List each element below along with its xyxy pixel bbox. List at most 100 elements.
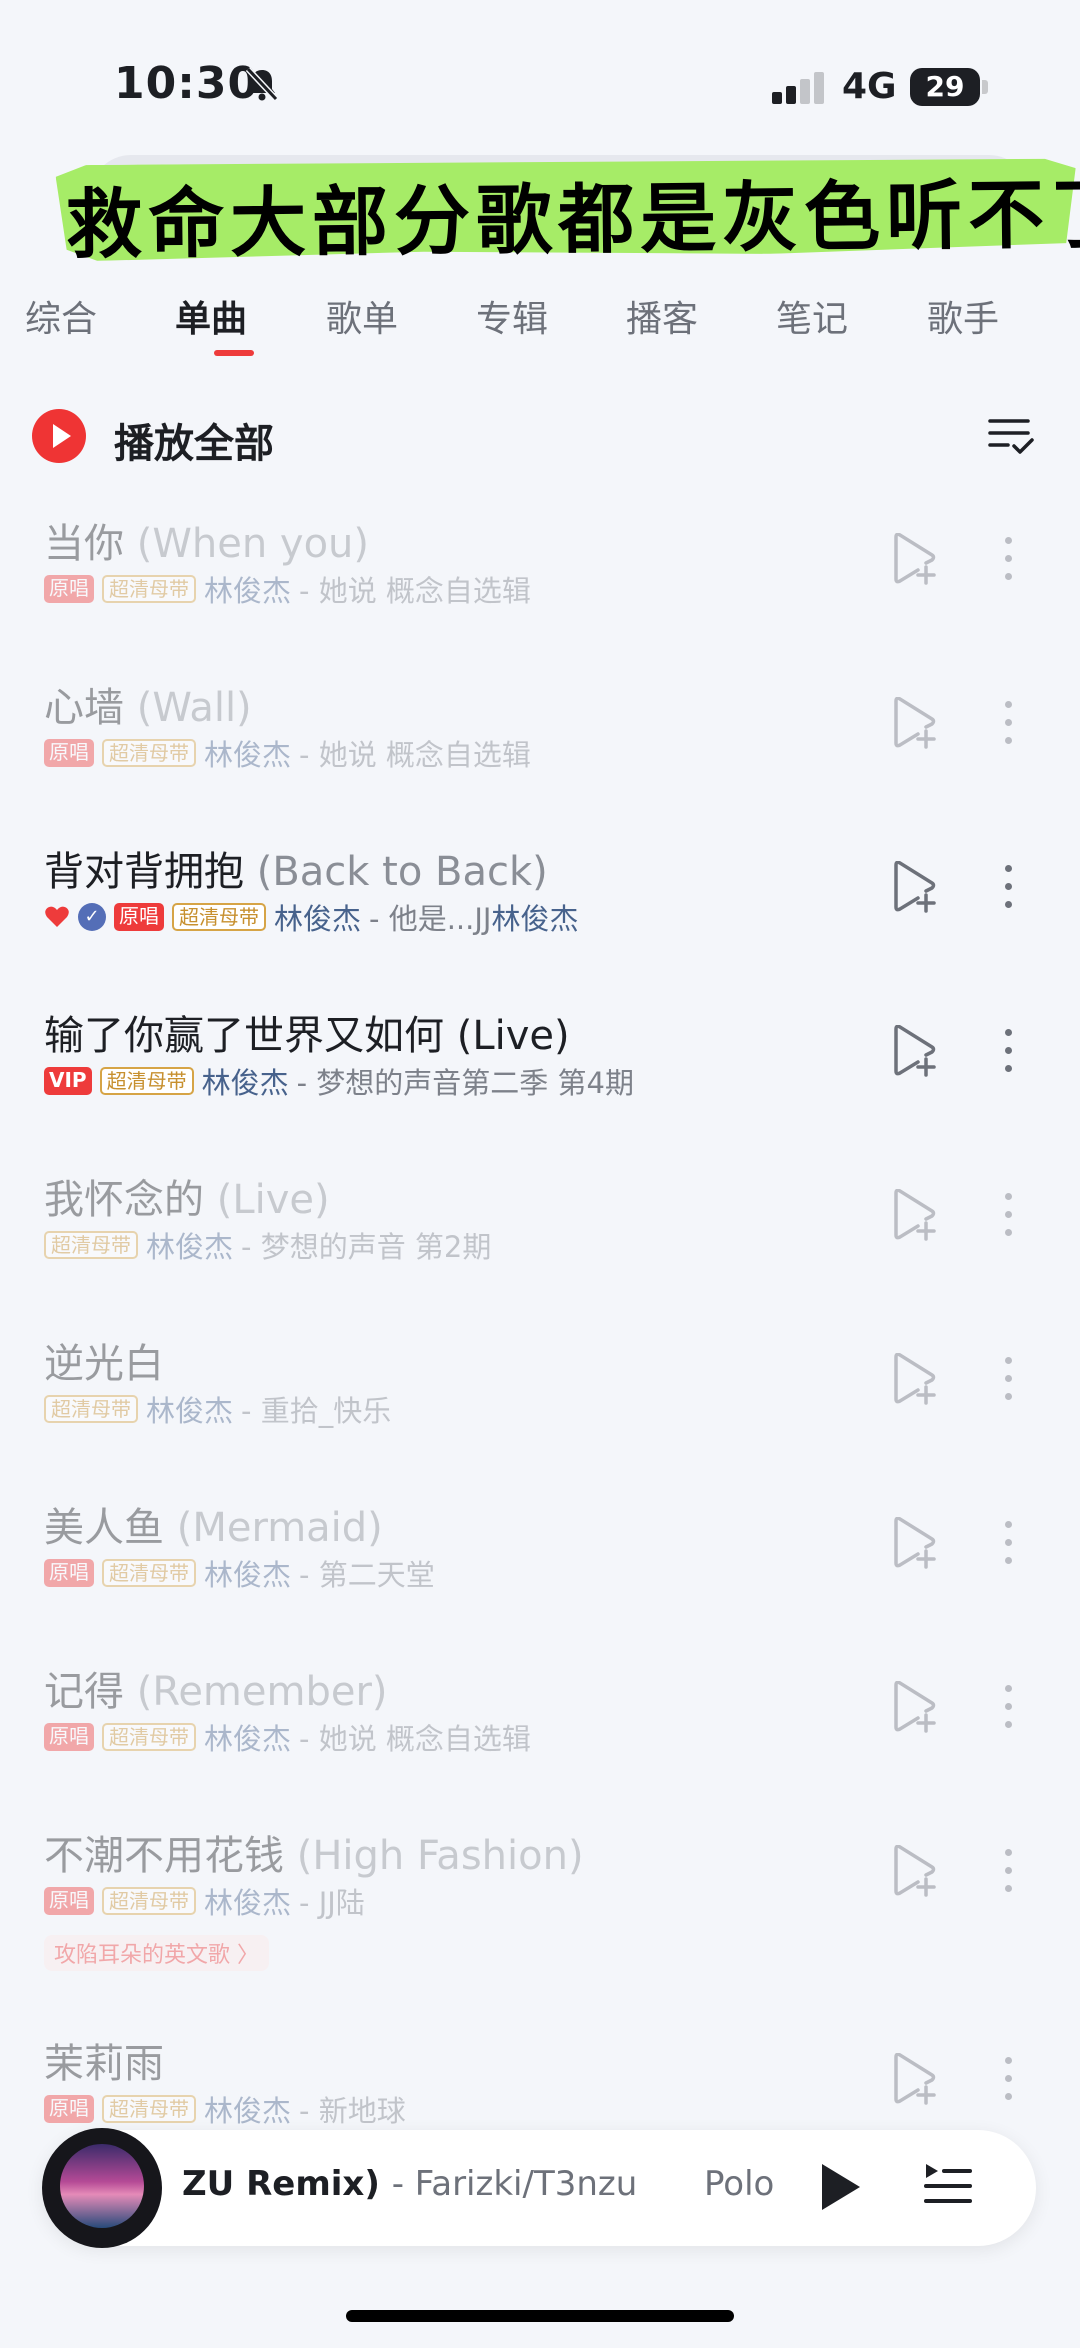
- more-options-icon[interactable]: [1000, 1193, 1016, 1243]
- album-disc[interactable]: [42, 2128, 162, 2248]
- vip-tag: VIP: [44, 1067, 92, 1095]
- tab-playlists[interactable]: 歌单: [326, 290, 398, 342]
- tab-songs[interactable]: 单曲: [175, 290, 247, 342]
- song-artist[interactable]: 林俊杰: [204, 1880, 291, 1922]
- song-artist[interactable]: 林俊杰: [274, 896, 361, 938]
- hq-tag: 超清母带: [102, 2095, 196, 2123]
- signal-icon: [772, 72, 824, 104]
- liked-heart-icon[interactable]: [44, 905, 70, 929]
- multi-select-icon[interactable]: [988, 413, 1034, 459]
- song-title-zh: 输了你赢了世界又如何: [44, 1013, 444, 1059]
- song-artist[interactable]: 林俊杰: [146, 1388, 233, 1430]
- song-list: 当你 (When you) 原唱 超清母带 林俊杰 - 她说 概念自选辑 心墙 …: [0, 505, 1080, 2189]
- play-next-icon[interactable]: [888, 2053, 938, 2105]
- more-options-icon[interactable]: [1000, 865, 1016, 915]
- song-row[interactable]: 当你 (When you) 原唱 超清母带 林俊杰 - 她说 概念自选辑: [0, 505, 1080, 669]
- song-row[interactable]: 输了你赢了世界又如何 (Live) VIP 超清母带 林俊杰 - 梦想的声音第二…: [0, 997, 1080, 1161]
- song-title: 茉莉雨: [44, 2031, 164, 2089]
- song-meta: 原唱 超清母带 林俊杰 - JJ陆: [44, 1880, 365, 1922]
- playlist-chip[interactable]: 攻陷耳朵的英文歌 〉: [44, 1935, 269, 1971]
- song-album: - 重拾_快乐: [241, 1394, 392, 1428]
- song-title-en: (Live): [216, 1177, 330, 1223]
- song-album: - 梦想的声音 第2期: [241, 1230, 492, 1264]
- song-artist[interactable]: 林俊杰: [204, 568, 291, 610]
- active-tab-indicator: [214, 350, 254, 356]
- song-row[interactable]: 心墙 (Wall) 原唱 超清母带 林俊杰 - 她说 概念自选辑: [0, 669, 1080, 833]
- song-artist[interactable]: 林俊杰: [146, 1224, 233, 1266]
- song-title-zh: 不潮不用花钱: [44, 1833, 284, 1879]
- more-options-icon[interactable]: [1000, 1029, 1016, 1079]
- hq-tag: 超清母带: [44, 1395, 138, 1423]
- song-title-en: (Live): [456, 1013, 570, 1059]
- song-row[interactable]: 不潮不用花钱 (High Fashion) 原唱 超清母带 林俊杰 - JJ陆 …: [0, 1817, 1080, 2025]
- song-title-zh: 逆光白: [44, 1341, 164, 1387]
- more-options-icon[interactable]: [1000, 701, 1016, 751]
- hq-tag: 超清母带: [102, 1723, 196, 1751]
- song-title: 逆光白: [44, 1331, 164, 1389]
- song-title-en: (Wall): [136, 685, 252, 731]
- play-all-row[interactable]: 播放全部: [30, 405, 1050, 467]
- original-tag: 原唱: [44, 1559, 94, 1587]
- song-album-artist[interactable]: 林俊杰: [491, 902, 578, 936]
- album-cover: [60, 2144, 144, 2228]
- play-next-icon[interactable]: [888, 1353, 938, 1405]
- song-album: - 她说 概念自选辑: [299, 574, 531, 608]
- queue-icon[interactable]: [922, 2160, 974, 2212]
- song-artist[interactable]: 林俊杰: [204, 732, 291, 774]
- play-next-icon[interactable]: [888, 533, 938, 585]
- tab-all[interactable]: 综合: [25, 290, 97, 342]
- song-meta: 原唱 超清母带 林俊杰 - 她说 概念自选辑: [44, 732, 531, 774]
- song-row[interactable]: 逆光白 超清母带 林俊杰 - 重拾_快乐: [0, 1325, 1080, 1489]
- home-indicator[interactable]: [346, 2310, 734, 2322]
- verified-check-icon: ✓: [78, 903, 106, 931]
- hq-tag: 超清母带: [172, 903, 266, 931]
- song-album: - 她说 概念自选辑: [299, 1722, 531, 1756]
- song-artist[interactable]: 林俊杰: [202, 1060, 289, 1102]
- bell-muted-icon: [245, 66, 279, 102]
- play-next-icon[interactable]: [888, 1681, 938, 1733]
- song-meta: 超清母带 林俊杰 - 重拾_快乐: [44, 1388, 392, 1430]
- song-title-zh: 当你: [44, 521, 124, 567]
- song-artist[interactable]: 林俊杰: [204, 2088, 291, 2130]
- play-next-icon[interactable]: [888, 1517, 938, 1569]
- now-playing-title: ZU Remix): [182, 2164, 380, 2204]
- next-song-title: Polo: [704, 2164, 775, 2204]
- song-title-en: (Remember): [136, 1669, 388, 1715]
- song-row[interactable]: 背对背拥抱 (Back to Back) ✓ 原唱 超清母带 林俊杰 - 他是.…: [0, 833, 1080, 997]
- more-options-icon[interactable]: [1000, 1357, 1016, 1407]
- more-options-icon[interactable]: [1000, 1521, 1016, 1571]
- mini-player[interactable]: ZU Remix) - Farizki/T3nzu Polo: [42, 2128, 1036, 2248]
- more-options-icon[interactable]: [1000, 1685, 1016, 1735]
- tab-notes[interactable]: 笔记: [776, 290, 848, 342]
- song-title: 心墙 (Wall): [44, 675, 252, 733]
- tab-artists[interactable]: 歌手: [927, 290, 999, 342]
- song-title-zh: 背对背拥抱: [44, 849, 244, 895]
- song-row[interactable]: 我怀念的 (Live) 超清母带 林俊杰 - 梦想的声音 第2期: [0, 1161, 1080, 1325]
- play-next-icon[interactable]: [888, 1025, 938, 1077]
- more-options-icon[interactable]: [1000, 2057, 1016, 2107]
- song-meta: 原唱 超清母带 林俊杰 - 第二天堂: [44, 1552, 435, 1594]
- play-next-icon[interactable]: [888, 697, 938, 749]
- song-row[interactable]: 记得 (Remember) 原唱 超清母带 林俊杰 - 她说 概念自选辑: [0, 1653, 1080, 1817]
- play-next-icon[interactable]: [888, 1189, 938, 1241]
- song-album: - 新地球: [299, 2094, 406, 2128]
- tab-albums[interactable]: 专辑: [476, 290, 548, 342]
- song-row[interactable]: 美人鱼 (Mermaid) 原唱 超清母带 林俊杰 - 第二天堂: [0, 1489, 1080, 1653]
- caption-text: 救命大部分歌都是灰色听不了: [65, 169, 1080, 270]
- play-next-icon[interactable]: [888, 1845, 938, 1897]
- song-artist[interactable]: 林俊杰: [204, 1552, 291, 1594]
- song-album: - 第二天堂: [299, 1558, 435, 1592]
- caption-overlay: 救命大部分歌都是灰色听不了: [55, 145, 1080, 269]
- more-options-icon[interactable]: [1000, 537, 1016, 587]
- play-next-icon[interactable]: [888, 861, 938, 913]
- play-icon[interactable]: [822, 2164, 860, 2210]
- battery-tip: [982, 80, 988, 94]
- song-title-zh: 茉莉雨: [44, 2041, 164, 2087]
- more-options-icon[interactable]: [1000, 1849, 1016, 1899]
- play-all-icon[interactable]: [32, 409, 86, 463]
- hq-tag: 超清母带: [102, 739, 196, 767]
- song-title-en: (Mermaid): [176, 1505, 383, 1551]
- song-artist[interactable]: 林俊杰: [204, 1716, 291, 1758]
- tab-podcasts[interactable]: 播客: [626, 290, 698, 342]
- song-meta: 原唱 超清母带 林俊杰 - 她说 概念自选辑: [44, 1716, 531, 1758]
